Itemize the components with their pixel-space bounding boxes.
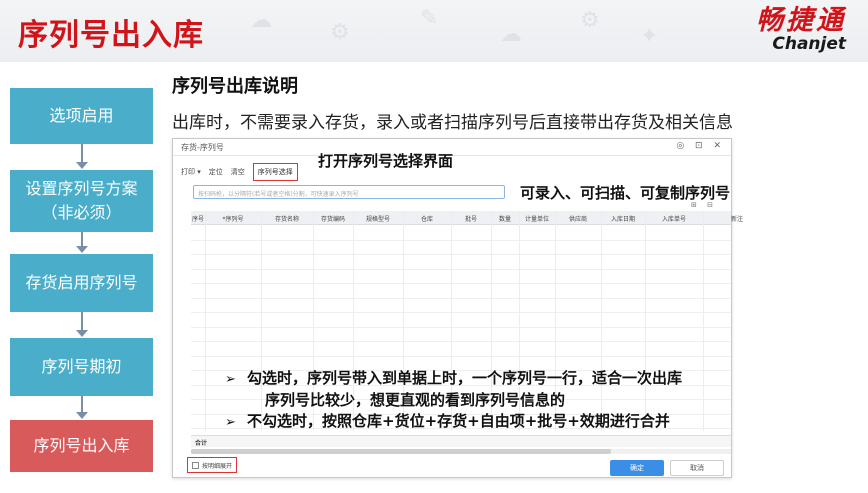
- annotation-open-select: 打开序列号选择界面: [318, 152, 454, 170]
- grid-row-divider: [191, 355, 731, 357]
- grid-column-header[interactable]: *序列号: [205, 214, 261, 223]
- flow-arrow-icon: [76, 330, 88, 337]
- bullet-arrow-icon: ➢: [225, 372, 236, 387]
- grid-row-divider: [191, 326, 731, 328]
- grid-row-divider: [191, 341, 731, 342]
- flow-step-serial-scheme: 设置序列号方案（非必须）: [10, 170, 153, 232]
- bullet-arrow-icon: ➢: [225, 415, 236, 430]
- flow-step-label: 存货启用序列号: [25, 273, 138, 292]
- flow-step-label: 选项启用: [49, 106, 114, 125]
- slide-title: 序列号出入库: [18, 18, 204, 53]
- note-text: 序列号比较少，想更直观的看到序列号信息的: [265, 391, 566, 409]
- flow-connector: [81, 312, 83, 332]
- ok-button[interactable]: 确定: [610, 460, 664, 476]
- grid-column-header[interactable]: 入库日期: [601, 214, 645, 223]
- serial-input[interactable]: 按扫码枪，以分隔符(若号或者空格)分割，可快速录入序列号: [193, 185, 505, 199]
- total-row: 合计: [191, 435, 731, 447]
- total-label: 合计: [195, 440, 208, 447]
- flow-arrow-icon: [76, 412, 88, 419]
- chart-doodle-icon: ✎: [420, 6, 439, 31]
- flow-step-label: 设置序列号方案（非必须）: [25, 179, 138, 222]
- grid-column-header[interactable]: 数量: [491, 214, 519, 223]
- grid-column-header[interactable]: 供应商: [555, 214, 601, 223]
- star-doodle-icon: ✦: [640, 24, 659, 49]
- grid-column-header[interactable]: 存货名称: [261, 214, 313, 223]
- checkbox-label: 按明细展开: [202, 462, 233, 470]
- checkbox-icon[interactable]: [192, 461, 199, 469]
- grid-column-divider: [205, 211, 206, 431]
- flow-step-label: 序列号出入库: [33, 436, 130, 455]
- header-band: ☁ ⚙ ✎ ☁ ⚙ ✦ 序列号出入库 畅捷通 Chanjet: [0, 0, 868, 62]
- print-button[interactable]: 打印 ▾: [181, 167, 201, 177]
- cancel-button[interactable]: 取消: [670, 460, 724, 476]
- window-controls[interactable]: ◎ ⊡ ✕: [676, 141, 725, 151]
- note-text: 不勾选时，按照仓库+货位+存货+自由项+批号+效期进行合并: [247, 412, 670, 430]
- flow-arrow-icon: [76, 246, 88, 253]
- note-line: 序列号比较少，想更直观的看到序列号信息的: [225, 390, 682, 411]
- grid-column-header[interactable]: 仓库: [403, 214, 451, 223]
- flow-step-label: 序列号期初: [41, 357, 122, 376]
- notes-block: ➢ 勾选时，序列号带入到单据上时，一个序列号一行，适合一次出库 序列号比较少，想更…: [225, 368, 682, 433]
- flow-step-option-enable: 选项启用: [10, 88, 153, 144]
- slide: ☁ ⚙ ✎ ☁ ⚙ ✦ 序列号出入库 畅捷通 Chanjet 选项启用 设置序列…: [0, 0, 868, 493]
- dialog-title: 存货-序列号: [181, 143, 224, 152]
- dialog-toolbar: 打印 ▾ 定位 清空 序列号选择: [181, 163, 298, 181]
- grid-column-header[interactable]: 入库单号: [645, 214, 703, 223]
- serial-select-button[interactable]: 序列号选择: [252, 163, 298, 181]
- horizontal-scrollbar[interactable]: [191, 449, 731, 454]
- grid-column-header[interactable]: 序号: [191, 214, 205, 223]
- grid-header: 序号 *序列号 存货名称 存货编码 规格型号 仓库 批号 数量 计量单位 供应商 入库日期 入库单号新…: [191, 211, 743, 225]
- annotation-input-hint: 可录入、可扫描、可复制序列号: [520, 184, 731, 202]
- grid-column-header[interactable]: 新注: [703, 214, 771, 223]
- grid-row-divider: [191, 297, 731, 299]
- grid-column-divider: [703, 211, 704, 431]
- flow-arrow-icon: [76, 162, 88, 169]
- brand-logo: 畅捷通 Chanjet: [756, 5, 846, 55]
- grid-row-divider: [191, 254, 731, 255]
- grid-row-divider: [191, 239, 731, 241]
- grid-column-header[interactable]: 批号: [451, 214, 491, 223]
- locate-button[interactable]: 定位: [209, 167, 223, 177]
- brand-name-en: Chanjet: [772, 34, 846, 54]
- flow-connector: [81, 144, 83, 164]
- flow-step-inventory-serial: 存货启用序列号: [10, 254, 153, 312]
- grid-column-header[interactable]: 规格型号: [353, 214, 403, 223]
- clear-button[interactable]: 清空: [231, 167, 245, 177]
- section-subtitle: 序列号出库说明: [172, 76, 298, 97]
- flow-step-serial-initial: 序列号期初: [10, 338, 153, 396]
- cloud-doodle-icon-2: ☁: [500, 22, 522, 47]
- note-line: ➢ 不勾选时，按照仓库+货位+存货+自由项+批号+效期进行合并: [225, 411, 682, 433]
- grid-column-header[interactable]: 计量单位: [519, 214, 555, 223]
- grid-row-divider: [191, 312, 731, 313]
- expand-detail-checkbox[interactable]: 按明细展开: [187, 457, 238, 473]
- brand-name-cn: 畅捷通: [756, 5, 846, 36]
- note-line: ➢ 勾选时，序列号带入到单据上时，一个序列号一行，适合一次出库: [225, 368, 682, 390]
- section-description: 出库时，不需要录入存货，录入或者扫描序列号后直接带出存货及相关信息: [172, 113, 733, 133]
- gear-doodle-icon-2: ⚙: [580, 8, 600, 33]
- scroll-thumb[interactable]: [191, 449, 611, 454]
- grid-row-divider: [191, 268, 731, 270]
- flow-step-serial-inout: 序列号出入库: [10, 420, 153, 472]
- grid-column-header[interactable]: 存货编码: [313, 214, 353, 223]
- grid-row-divider: [191, 283, 731, 284]
- cloud-doodle-icon: ☁: [250, 8, 272, 33]
- gear-doodle-icon: ⚙: [330, 20, 350, 45]
- note-text: 勾选时，序列号带入到单据上时，一个序列号一行，适合一次出库: [247, 369, 683, 387]
